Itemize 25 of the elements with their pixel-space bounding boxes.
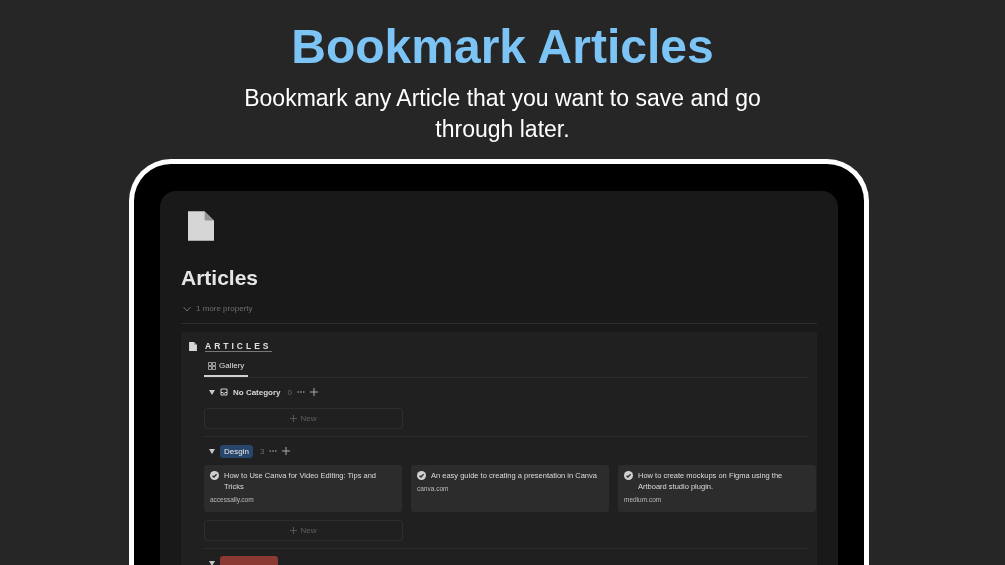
group-tag: Desgin <box>220 444 253 458</box>
more-icon[interactable] <box>269 447 278 455</box>
group-label: No Category <box>233 387 281 397</box>
check-icon <box>417 471 426 480</box>
page-icon <box>188 211 214 241</box>
database-icon <box>189 342 197 351</box>
toggle-icon[interactable] <box>209 389 215 395</box>
check-icon <box>210 471 219 480</box>
add-icon[interactable] <box>282 447 291 455</box>
subheadline: Bookmark any Article that you want to save and go through later. <box>243 84 762 144</box>
more-icon[interactable] <box>297 388 305 396</box>
add-icon[interactable] <box>310 388 318 396</box>
view-tab[interactable]: Gallery <box>204 357 249 377</box>
headline: Bookmark Articles <box>291 20 714 74</box>
chevron-icon[interactable] <box>183 305 191 312</box>
inbox-icon <box>220 388 228 396</box>
plus-icon <box>290 415 298 422</box>
toggle-icon[interactable] <box>209 560 215 565</box>
toggle-icon[interactable] <box>209 448 215 454</box>
more-properties-link[interactable]: 1 more property <box>196 304 253 313</box>
plus-icon <box>290 527 298 534</box>
grid-icon <box>208 361 216 370</box>
check-icon <box>624 471 633 480</box>
page-title: Articles <box>181 266 260 290</box>
database-title[interactable]: ARTICLES <box>205 341 272 352</box>
